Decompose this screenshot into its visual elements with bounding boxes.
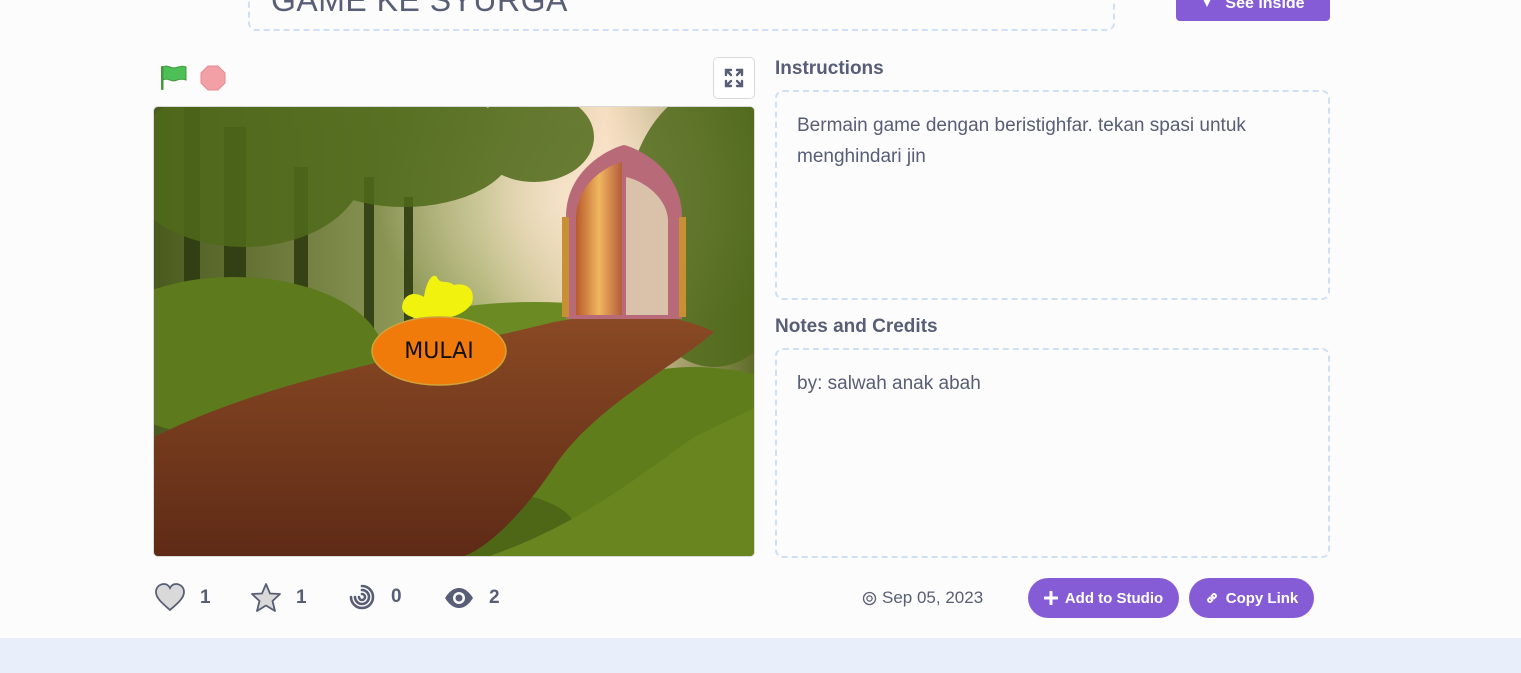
stage-scene-forest: MULAI [154, 107, 754, 556]
favorite-stat[interactable]: 1 [250, 582, 307, 614]
project-title-field[interactable]: GAME KE SYURGA [248, 0, 1115, 31]
copyright-icon [862, 591, 877, 605]
share-date: Sep 05, 2023 [862, 588, 983, 608]
instructions-heading: Instructions [775, 58, 884, 79]
notes-text: by: salwah anak abah [797, 373, 981, 394]
instructions-text: Bermain game dengan beristighfar. tekan … [797, 115, 1246, 167]
instructions-field[interactable]: Bermain game dengan beristighfar. tekan … [775, 90, 1330, 300]
fullscreen-icon [724, 68, 744, 88]
add-to-studio-label: Add to Studio [1064, 589, 1164, 607]
eye-icon [445, 588, 473, 608]
remix-icon [349, 584, 375, 610]
heart-icon [155, 583, 185, 612]
see-inside-icon [1204, 0, 1211, 7]
share-date-text: Sep 05, 2023 [882, 588, 984, 607]
remix-stat: 0 [347, 582, 402, 612]
see-inside-label: See inside [1225, 0, 1305, 12]
love-stat[interactable]: 1 [154, 582, 211, 614]
project-stage[interactable]: MULAI [153, 106, 755, 557]
love-count: 1 [200, 587, 211, 608]
link-icon [1206, 593, 1217, 603]
view-count: 2 [489, 587, 500, 608]
plus-icon [1043, 591, 1058, 605]
green-flag-icon[interactable] [158, 63, 188, 93]
start-button-label: MULAI [404, 339, 473, 364]
see-inside-button[interactable]: See inside [1176, 0, 1330, 21]
add-to-studio-button[interactable]: Add to Studio [1028, 578, 1179, 618]
remix-count: 0 [391, 586, 402, 607]
notes-field[interactable]: by: salwah anak abah [775, 348, 1330, 558]
fullscreen-button[interactable] [713, 57, 755, 99]
stop-icon[interactable] [200, 65, 226, 91]
notes-heading: Notes and Credits [775, 316, 938, 337]
view-stat: 2 [443, 582, 500, 614]
footer-band [0, 638, 1521, 673]
copy-link-button[interactable]: Copy Link [1189, 578, 1314, 618]
favorite-count: 1 [296, 587, 307, 608]
copy-link-label: Copy Link [1225, 589, 1299, 607]
project-title: GAME KE SYURGA [271, 0, 568, 18]
star-icon [251, 583, 281, 612]
project-page: GAME KE SYURGA See inside MULAI Instruct… [0, 0, 1521, 673]
